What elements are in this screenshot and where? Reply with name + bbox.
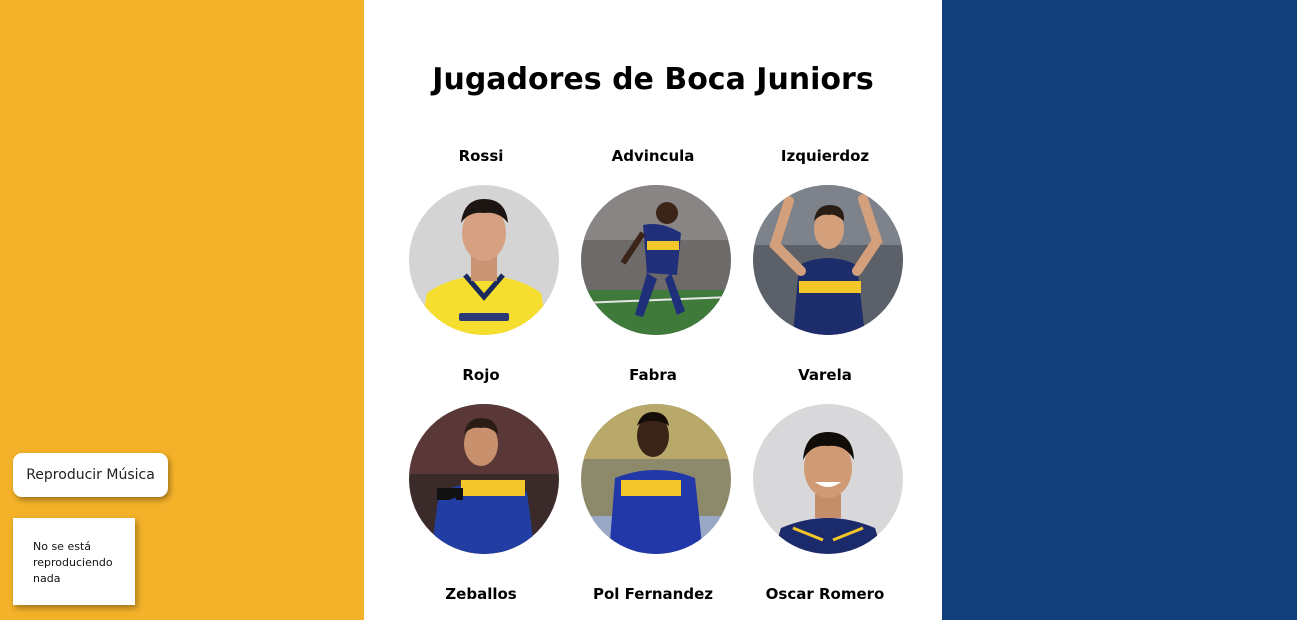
player-photo-advincula (581, 185, 731, 335)
player-name: Zeballos (445, 585, 517, 603)
right-blue-panel (942, 0, 1297, 620)
music-status-box: No se está reproduciendo nada (13, 518, 135, 605)
player-name: Oscar Romero (765, 585, 885, 603)
player-name: Rossi (458, 147, 504, 165)
page-title: Jugadores de Boca Juniors (432, 62, 874, 97)
player-name: Varela (798, 366, 852, 384)
player-photo-varela (753, 404, 903, 554)
player-name: Pol Fernandez (593, 585, 713, 603)
player-card: Fabra (567, 365, 739, 554)
player-name: Fabra (629, 366, 677, 384)
player-name: Advincula (611, 147, 695, 165)
player-card: Oscar Romero (739, 584, 911, 604)
player-photo-rossi (409, 185, 559, 335)
player-photo-izquierdoz (753, 185, 903, 335)
player-name: Rojo (462, 366, 500, 384)
left-yellow-panel: Reproducir Música No se está reproducien… (0, 0, 364, 620)
music-status-text: No se está reproduciendo nada (33, 540, 113, 585)
player-card: Advincula (567, 146, 739, 335)
player-card: Varela (739, 365, 911, 554)
player-name: Izquierdoz (780, 147, 870, 165)
player-photo-fabra (581, 404, 731, 554)
players-section: Jugadores de Boca Juniors Rossi Advincul… (364, 0, 942, 620)
player-card: Pol Fernandez (567, 584, 739, 604)
player-card: Rossi (395, 146, 567, 335)
player-card: Zeballos (395, 584, 567, 604)
player-card: Rojo (395, 365, 567, 554)
player-card: Izquierdoz (739, 146, 911, 335)
player-photo-rojo (409, 404, 559, 554)
play-music-button[interactable]: Reproducir Música (13, 453, 168, 497)
